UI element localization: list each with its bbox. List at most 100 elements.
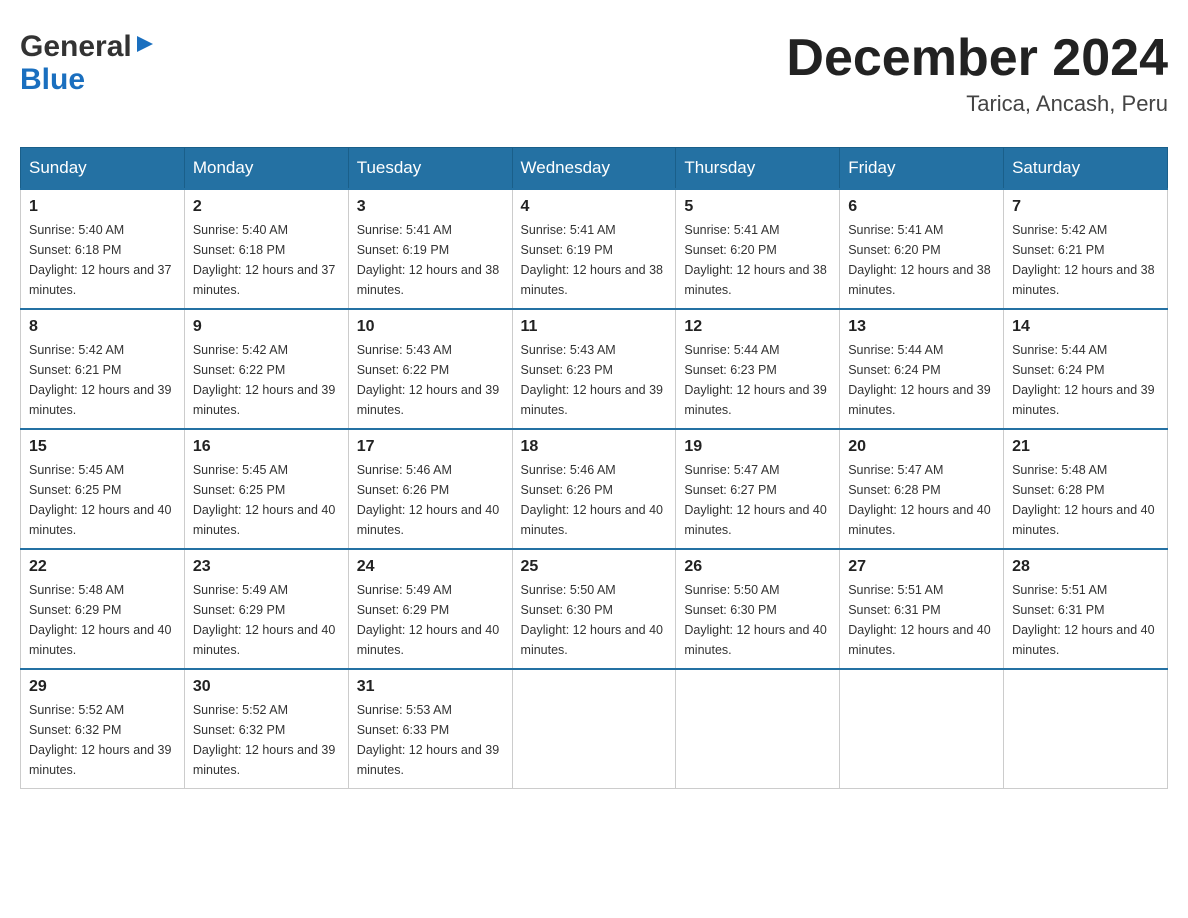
calendar-header-tuesday: Tuesday [348, 148, 512, 190]
calendar-week-row: 8 Sunrise: 5:42 AMSunset: 6:21 PMDaylight… [21, 309, 1168, 429]
calendar-header-monday: Monday [184, 148, 348, 190]
day-info: Sunrise: 5:49 AMSunset: 6:29 PMDaylight:… [357, 580, 504, 660]
day-info: Sunrise: 5:42 AMSunset: 6:21 PMDaylight:… [1012, 220, 1159, 300]
day-info: Sunrise: 5:49 AMSunset: 6:29 PMDaylight:… [193, 580, 340, 660]
calendar-cell: 26 Sunrise: 5:50 AMSunset: 6:30 PMDayligh… [676, 549, 840, 669]
day-number: 9 [193, 318, 340, 336]
calendar-cell: 24 Sunrise: 5:49 AMSunset: 6:29 PMDayligh… [348, 549, 512, 669]
day-info: Sunrise: 5:40 AMSunset: 6:18 PMDaylight:… [29, 220, 176, 300]
calendar-cell: 23 Sunrise: 5:49 AMSunset: 6:29 PMDayligh… [184, 549, 348, 669]
day-number: 16 [193, 438, 340, 456]
day-info: Sunrise: 5:46 AMSunset: 6:26 PMDaylight:… [521, 460, 668, 540]
calendar-cell [512, 669, 676, 789]
calendar-week-row: 29Sunrise: 5:52 AMSunset: 6:32 PMDayligh… [21, 669, 1168, 789]
day-info: Sunrise: 5:41 AMSunset: 6:19 PMDaylight:… [521, 220, 668, 300]
calendar-cell: 10Sunrise: 5:43 AMSunset: 6:22 PMDayligh… [348, 309, 512, 429]
calendar-cell: 12 Sunrise: 5:44 AMSunset: 6:23 PMDayligh… [676, 309, 840, 429]
calendar-header-saturday: Saturday [1004, 148, 1168, 190]
calendar-cell: 16Sunrise: 5:45 AMSunset: 6:25 PMDayligh… [184, 429, 348, 549]
day-number: 2 [193, 198, 340, 216]
day-info: Sunrise: 5:52 AMSunset: 6:32 PMDaylight:… [29, 700, 176, 780]
location: Tarica, Ancash, Peru [786, 91, 1168, 117]
calendar-cell: 1 Sunrise: 5:40 AMSunset: 6:18 PMDaylight… [21, 189, 185, 309]
day-info: Sunrise: 5:42 AMSunset: 6:21 PMDaylight:… [29, 340, 176, 420]
day-number: 5 [684, 198, 831, 216]
day-info: Sunrise: 5:48 AMSunset: 6:29 PMDaylight:… [29, 580, 176, 660]
calendar-cell: 8 Sunrise: 5:42 AMSunset: 6:21 PMDaylight… [21, 309, 185, 429]
calendar-cell: 9 Sunrise: 5:42 AMSunset: 6:22 PMDaylight… [184, 309, 348, 429]
calendar-cell: 3Sunrise: 5:41 AMSunset: 6:19 PMDaylight… [348, 189, 512, 309]
calendar-cell: 21 Sunrise: 5:48 AMSunset: 6:28 PMDayligh… [1004, 429, 1168, 549]
day-number: 12 [684, 318, 831, 336]
day-number: 21 [1012, 438, 1159, 456]
day-number: 1 [29, 198, 176, 216]
logo-arrow-icon [135, 28, 155, 61]
calendar-cell: 17 Sunrise: 5:46 AMSunset: 6:26 PMDayligh… [348, 429, 512, 549]
page-header: General Blue December 2024 Tarica, Ancas… [20, 20, 1168, 127]
day-number: 19 [684, 438, 831, 456]
day-number: 4 [521, 198, 668, 216]
calendar-header-thursday: Thursday [676, 148, 840, 190]
day-number: 30 [193, 678, 340, 696]
calendar-cell [1004, 669, 1168, 789]
day-number: 25 [521, 558, 668, 576]
calendar-cell: 15 Sunrise: 5:45 AMSunset: 6:25 PMDayligh… [21, 429, 185, 549]
logo-blue-text: Blue [20, 63, 155, 96]
day-info: Sunrise: 5:43 AMSunset: 6:23 PMDaylight:… [521, 340, 668, 420]
day-info: Sunrise: 5:41 AMSunset: 6:20 PMDaylight:… [848, 220, 995, 300]
day-number: 17 [357, 438, 504, 456]
day-info: Sunrise: 5:46 AMSunset: 6:26 PMDaylight:… [357, 460, 504, 540]
calendar-cell: 11Sunrise: 5:43 AMSunset: 6:23 PMDayligh… [512, 309, 676, 429]
calendar-cell: 2 Sunrise: 5:40 AMSunset: 6:18 PMDaylight… [184, 189, 348, 309]
day-info: Sunrise: 5:51 AMSunset: 6:31 PMDaylight:… [1012, 580, 1159, 660]
logo: General Blue [20, 30, 155, 96]
day-number: 24 [357, 558, 504, 576]
day-info: Sunrise: 5:47 AMSunset: 6:27 PMDaylight:… [684, 460, 831, 540]
day-info: Sunrise: 5:42 AMSunset: 6:22 PMDaylight:… [193, 340, 340, 420]
calendar-week-row: 22Sunrise: 5:48 AMSunset: 6:29 PMDayligh… [21, 549, 1168, 669]
day-info: Sunrise: 5:44 AMSunset: 6:24 PMDaylight:… [848, 340, 995, 420]
day-number: 18 [521, 438, 668, 456]
day-info: Sunrise: 5:45 AMSunset: 6:25 PMDaylight:… [29, 460, 176, 540]
day-info: Sunrise: 5:47 AMSunset: 6:28 PMDaylight:… [848, 460, 995, 540]
calendar-header-row: SundayMondayTuesdayWednesdayThursdayFrid… [21, 148, 1168, 190]
day-info: Sunrise: 5:40 AMSunset: 6:18 PMDaylight:… [193, 220, 340, 300]
calendar-cell: 13 Sunrise: 5:44 AMSunset: 6:24 PMDayligh… [840, 309, 1004, 429]
day-number: 31 [357, 678, 504, 696]
calendar-cell: 20Sunrise: 5:47 AMSunset: 6:28 PMDayligh… [840, 429, 1004, 549]
day-info: Sunrise: 5:44 AMSunset: 6:24 PMDaylight:… [1012, 340, 1159, 420]
day-info: Sunrise: 5:51 AMSunset: 6:31 PMDaylight:… [848, 580, 995, 660]
day-info: Sunrise: 5:52 AMSunset: 6:32 PMDaylight:… [193, 700, 340, 780]
calendar-cell: 6Sunrise: 5:41 AMSunset: 6:20 PMDaylight… [840, 189, 1004, 309]
day-info: Sunrise: 5:48 AMSunset: 6:28 PMDaylight:… [1012, 460, 1159, 540]
day-info: Sunrise: 5:44 AMSunset: 6:23 PMDaylight:… [684, 340, 831, 420]
calendar-cell: 18 Sunrise: 5:46 AMSunset: 6:26 PMDayligh… [512, 429, 676, 549]
day-number: 7 [1012, 198, 1159, 216]
day-number: 15 [29, 438, 176, 456]
day-number: 8 [29, 318, 176, 336]
calendar-header-wednesday: Wednesday [512, 148, 676, 190]
calendar-cell: 22Sunrise: 5:48 AMSunset: 6:29 PMDayligh… [21, 549, 185, 669]
day-info: Sunrise: 5:53 AMSunset: 6:33 PMDaylight:… [357, 700, 504, 780]
logo-general-text: General [20, 30, 132, 63]
calendar-cell: 25Sunrise: 5:50 AMSunset: 6:30 PMDayligh… [512, 549, 676, 669]
calendar-cell: 7 Sunrise: 5:42 AMSunset: 6:21 PMDaylight… [1004, 189, 1168, 309]
day-info: Sunrise: 5:41 AMSunset: 6:19 PMDaylight:… [357, 220, 504, 300]
day-number: 26 [684, 558, 831, 576]
day-number: 27 [848, 558, 995, 576]
day-info: Sunrise: 5:50 AMSunset: 6:30 PMDaylight:… [684, 580, 831, 660]
calendar-cell [676, 669, 840, 789]
calendar-header-sunday: Sunday [21, 148, 185, 190]
calendar-cell: 29Sunrise: 5:52 AMSunset: 6:32 PMDayligh… [21, 669, 185, 789]
calendar-cell: 30 Sunrise: 5:52 AMSunset: 6:32 PMDayligh… [184, 669, 348, 789]
calendar-cell [840, 669, 1004, 789]
day-number: 10 [357, 318, 504, 336]
calendar-week-row: 1 Sunrise: 5:40 AMSunset: 6:18 PMDaylight… [21, 189, 1168, 309]
calendar-cell: 4 Sunrise: 5:41 AMSunset: 6:19 PMDaylight… [512, 189, 676, 309]
logo-line1: General [20, 30, 155, 63]
calendar-cell: 19 Sunrise: 5:47 AMSunset: 6:27 PMDayligh… [676, 429, 840, 549]
day-number: 13 [848, 318, 995, 336]
calendar-cell: 28Sunrise: 5:51 AMSunset: 6:31 PMDayligh… [1004, 549, 1168, 669]
day-number: 23 [193, 558, 340, 576]
calendar-cell: 5Sunrise: 5:41 AMSunset: 6:20 PMDaylight… [676, 189, 840, 309]
